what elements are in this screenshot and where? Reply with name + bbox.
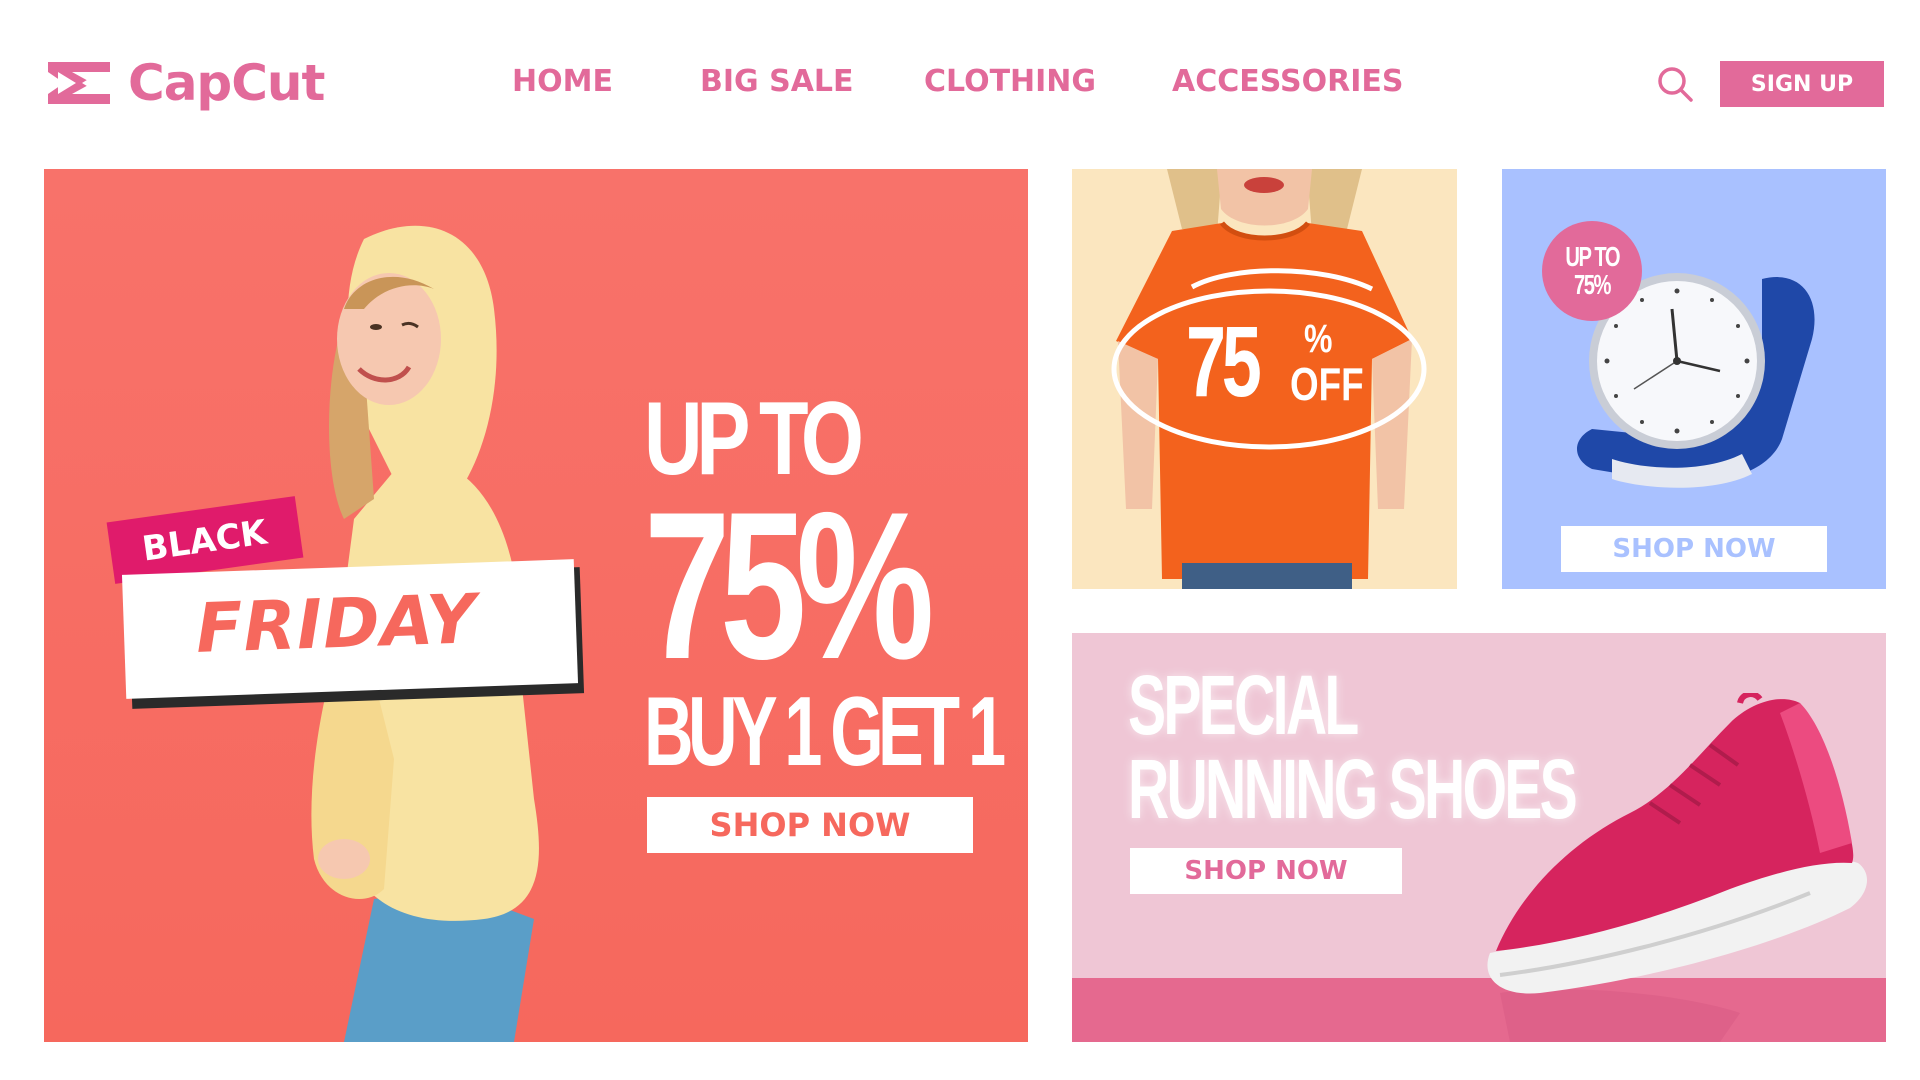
- badge-friday-text: FRIDAY: [194, 580, 478, 669]
- black-friday-badge: BLACK FRIDAY: [100, 495, 600, 709]
- discount-badge: UP TO 75%: [1542, 221, 1642, 321]
- hero-line-percent: 75%: [644, 468, 934, 703]
- brand-name: CapCut: [128, 54, 325, 112]
- hero-headline: UP TO 75% BUY 1 GET 1: [644, 387, 1006, 786]
- badge-line-1: UP TO: [1565, 241, 1620, 272]
- orange-tshirt-image: [1111, 169, 1427, 589]
- watch-promo-tile: UP TO 75% SHOP NOW: [1502, 169, 1886, 589]
- tshirt-number: 75: [1186, 306, 1262, 418]
- search-icon[interactable]: [1655, 64, 1695, 104]
- shoes-shop-now-button[interactable]: SHOP NOW: [1130, 848, 1402, 894]
- nav-item-big-sale[interactable]: BIG SALE: [700, 64, 854, 99]
- badge-line-2: 75%: [1573, 269, 1611, 300]
- hero-banner: BLACK FRIDAY UP TO 75% BUY 1 GET 1 SHOP …: [44, 169, 1028, 1042]
- sign-up-button[interactable]: SIGN UP: [1720, 61, 1884, 107]
- nav-item-clothing[interactable]: CLOTHING: [924, 64, 1096, 99]
- capcut-logo-icon: [48, 62, 110, 104]
- brand-logo[interactable]: CapCut: [44, 54, 325, 112]
- shoes-promo-tile: SPECIAL RUNNING SHOES SHOP NOW: [1072, 633, 1886, 1042]
- nav-item-accessories[interactable]: ACCESSORIES: [1172, 64, 1403, 99]
- hero-shop-now-button[interactable]: SHOP NOW: [647, 797, 973, 853]
- watch-shop-now-button[interactable]: SHOP NOW: [1561, 526, 1827, 572]
- hero-line-buy-get: BUY 1 GET 1: [644, 676, 1006, 786]
- tshirt-off: OFF: [1290, 358, 1364, 410]
- tshirt-percent: %: [1304, 317, 1333, 361]
- nav-item-home[interactable]: HOME: [512, 64, 613, 99]
- site-header: CapCut HOME BIG SALE CLOTHING ACCESSORIE…: [0, 0, 1920, 160]
- running-shoe-image: [1487, 693, 1868, 1042]
- tshirt-promo-tile[interactable]: 75 % OFF: [1072, 169, 1457, 589]
